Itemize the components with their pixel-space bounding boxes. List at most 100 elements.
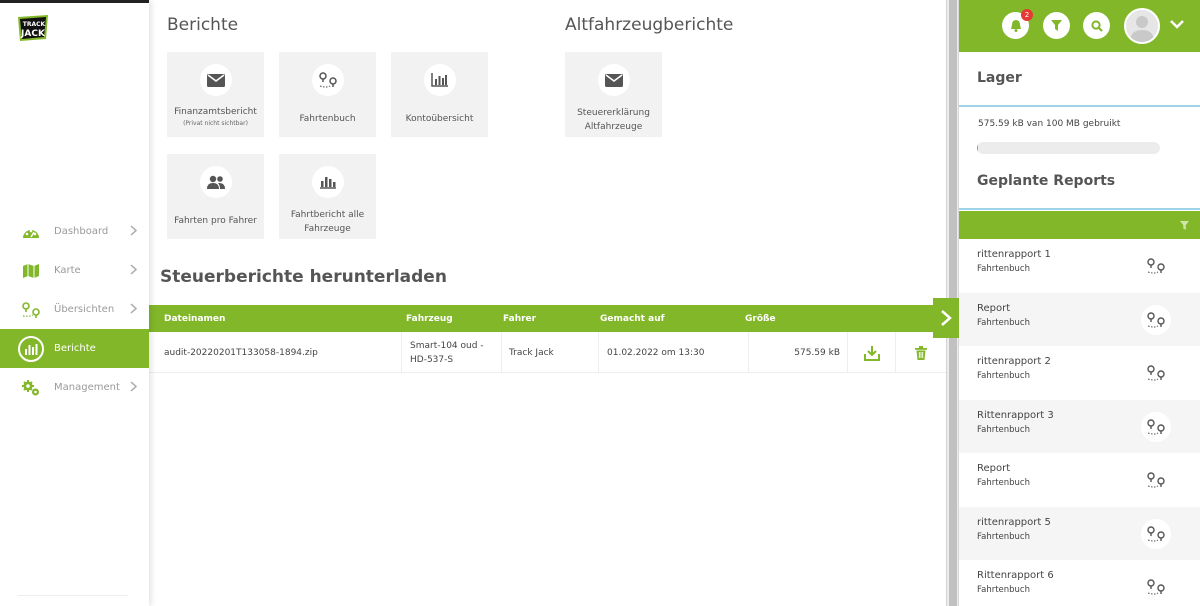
report-type-icon[interactable] <box>1141 518 1171 549</box>
report-name: Rittenrapport 3 <box>977 409 1054 421</box>
scheduled-filter-bar <box>959 211 1200 239</box>
file-size: 575.59 kB <box>794 347 840 358</box>
gears-icon <box>20 377 42 399</box>
report-name: Report <box>977 463 1011 474</box>
route-pins-icon <box>1147 525 1165 541</box>
chevron-right-icon <box>130 225 137 236</box>
scheduled-report-item[interactable]: rittenrapport 1 Fahrtenbuch <box>959 239 1200 293</box>
tile-finanzamtsbericht[interactable]: Finanzamtsbericht (Privat nicht sichtbar… <box>167 52 264 137</box>
download-icon <box>863 345 880 361</box>
report-name: rittenrapport 5 <box>977 516 1051 528</box>
sidebar-divider <box>18 595 128 596</box>
user-avatar-icon <box>1130 16 1154 42</box>
sidebar-item-berichte[interactable]: Berichte <box>0 329 149 368</box>
scheduled-reports-title: Geplante Reports <box>977 173 1116 189</box>
panel-toggle-button[interactable] <box>933 298 959 338</box>
report-type: Fahrtenbuch <box>977 317 1030 328</box>
search-button[interactable] <box>1083 12 1110 39</box>
svg-text:TRACK: TRACK <box>23 21 46 28</box>
report-type-icon[interactable] <box>1141 251 1171 281</box>
route-pins-icon <box>1147 579 1165 595</box>
svg-text:JACK: JACK <box>20 29 46 39</box>
column-header-size: Größe <box>745 314 776 324</box>
tile-fahrtbericht-alle-fahrzeuge[interactable]: Fahrtbericht alle Fahrzeuge <box>279 154 376 239</box>
created-at: 01.02.2022 om 13:30 <box>607 347 705 358</box>
right-panel: 2 Lager 575.59 kB van 100 MB gebruikt Ge… <box>958 0 1200 606</box>
dashboard-gauge-icon <box>20 221 42 243</box>
main-nav: Dashboard Karte Übersichten Berichte Man… <box>0 212 149 407</box>
sidebar-item-uebersichten[interactable]: Übersichten <box>0 290 149 329</box>
storage-title: Lager <box>977 70 1022 86</box>
cell-driver: Track Jack <box>502 332 599 373</box>
cell-size: 575.59 kB <box>749 332 848 373</box>
storage-progress-bar <box>977 142 1160 154</box>
report-type-icon[interactable] <box>1141 358 1171 388</box>
envelope-icon <box>199 64 232 96</box>
column-header-file: Dateinamen <box>164 314 226 324</box>
avatar[interactable] <box>1124 8 1160 44</box>
chevron-down-icon[interactable] <box>1169 19 1185 30</box>
storage-progress-fill <box>977 142 979 154</box>
sidebar-item-label: Karte <box>54 265 81 276</box>
bar-chart-icon <box>423 64 456 96</box>
report-type: Fahrtenbuch <box>977 478 1030 488</box>
route-pins-icon <box>1147 365 1165 381</box>
sidebar-item-label: Management <box>54 382 120 393</box>
report-type: Fahrtenbuch <box>977 531 1030 542</box>
delete-button[interactable] <box>896 332 946 373</box>
vehicle-name: Smart-104 oud - HD-537-S <box>410 340 484 365</box>
tile-label: Kontoübersicht <box>405 114 474 124</box>
track-jack-logo[interactable]: TRACK JACK <box>14 13 52 43</box>
storage-divider <box>959 105 1200 107</box>
report-type: Fahrtenbuch <box>977 264 1030 274</box>
chevron-right-icon <box>130 264 137 275</box>
file-name: audit-20220201T133058-1894.zip <box>164 347 318 358</box>
download-button[interactable] <box>848 332 896 373</box>
scheduled-report-item[interactable]: Rittenrapport 3 Fahrtenbuch <box>959 399 1200 453</box>
report-type-icon[interactable] <box>1141 572 1171 602</box>
report-type-icon[interactable] <box>1141 304 1171 335</box>
sidebar-item-management[interactable]: Management <box>0 368 149 407</box>
bar-chart-icon <box>311 166 344 198</box>
tile-kontouebersicht[interactable]: Kontoübersicht <box>391 52 488 137</box>
main-content: Berichte Altfahrzeugberichte Finanzamtsb… <box>149 0 946 606</box>
route-pins-icon <box>1147 258 1165 274</box>
bar-chart-icon <box>18 335 44 362</box>
notifications-button[interactable]: 2 <box>1002 9 1033 39</box>
tile-fahrtenbuch[interactable]: Fahrtenbuch <box>279 52 376 137</box>
cell-vehicle: Smart-104 oud - HD-537-S <box>402 332 502 373</box>
sidebar-item-karte[interactable]: Karte <box>0 251 149 290</box>
sidebar: TRACK JACK Dashboard Karte Übersichten B… <box>0 0 149 606</box>
report-type-icon[interactable] <box>1141 411 1171 442</box>
filter-icon <box>1051 20 1062 31</box>
chevron-right-icon <box>941 310 952 326</box>
old-reports-title: Altfahrzeugberichte <box>565 15 734 35</box>
route-pins-icon <box>1147 472 1165 488</box>
sidebar-item-dashboard[interactable]: Dashboard <box>0 212 149 251</box>
map-icon <box>20 260 42 282</box>
reports-title: Berichte <box>167 15 239 35</box>
table-row: audit-20220201T133058-1894.zip Smart-104… <box>149 332 946 373</box>
tile-label: Fahrtenbuch <box>299 114 356 124</box>
filter-button[interactable] <box>1043 12 1070 39</box>
tile-steuererklaerung-altfahrzeuge[interactable]: Steuererklärung Altfahrzeuge <box>565 52 662 137</box>
storage-text: 575.59 kB van 100 MB gebruikt <box>978 119 1121 129</box>
scheduled-report-item[interactable]: rittenrapport 5 Fahrtenbuch <box>959 506 1200 560</box>
downloads-title: Steuerberichte herunterladen <box>160 267 447 287</box>
tile-fahrten-pro-fahrer[interactable]: Fahrten pro Fahrer <box>167 154 264 239</box>
filter-icon[interactable] <box>1180 221 1189 230</box>
right-panel-toolbar: 2 <box>959 0 1200 52</box>
tile-label: Finanzamtsbericht <box>174 107 257 117</box>
sidebar-item-label: Berichte <box>54 343 96 354</box>
scheduled-report-item[interactable]: rittenrapport 2 Fahrtenbuch <box>959 346 1200 400</box>
report-type-icon[interactable] <box>1141 465 1171 495</box>
table-header: Dateinamen Fahrzeug Fahrer Gemacht auf G… <box>149 305 946 332</box>
scheduled-report-item[interactable]: Report Fahrtenbuch <box>959 292 1200 346</box>
scheduled-report-item[interactable]: Report Fahrtenbuch <box>959 453 1200 507</box>
envelope-icon <box>597 64 630 96</box>
route-pins-icon <box>311 64 344 96</box>
route-pins-icon <box>1147 418 1165 434</box>
report-name: Rittenrapport 6 <box>977 570 1054 581</box>
scheduled-report-item[interactable]: Rittenrapport 6 Fahrtenbuch <box>959 560 1200 606</box>
scheduled-reports-list: rittenrapport 1 Fahrtenbuch Report Fahrtenb… <box>959 239 1200 606</box>
